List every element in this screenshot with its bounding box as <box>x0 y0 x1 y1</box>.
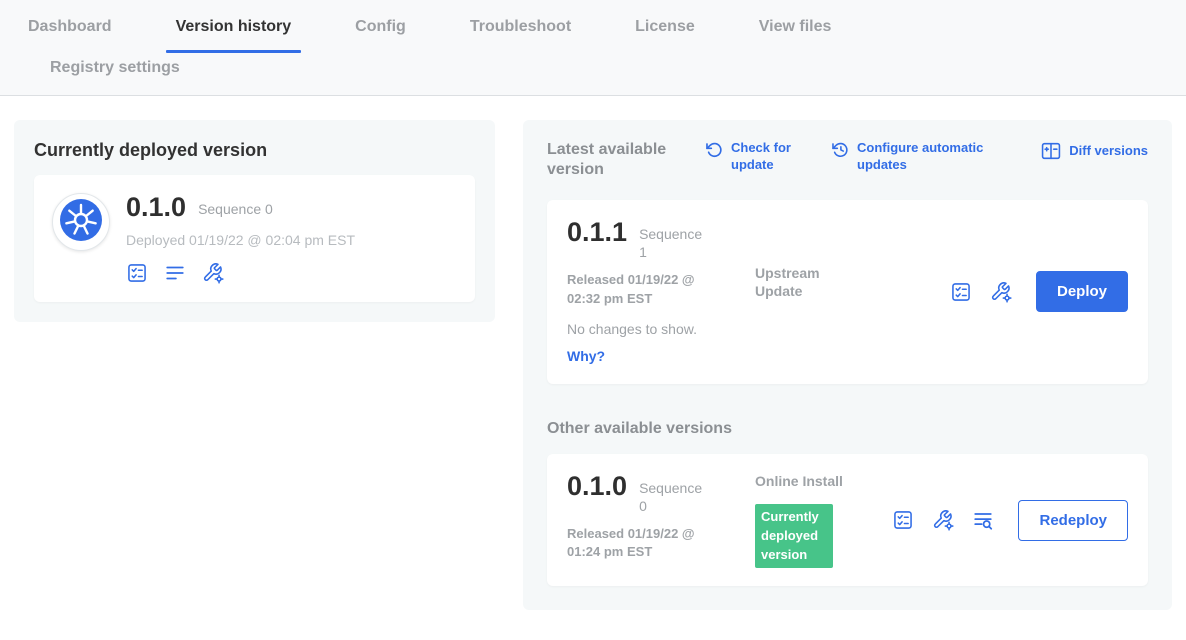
latest-version-sequence: Sequence 1 <box>639 218 703 261</box>
latest-version-info: 0.1.1 Sequence 1 Released 01/19/22 @ 02:… <box>567 218 755 366</box>
tab-license[interactable]: License <box>635 0 695 53</box>
tab-registry-settings[interactable]: Registry settings <box>50 59 1186 77</box>
other-versions-heading: Other available versions <box>547 420 1148 438</box>
diff-versions-link[interactable]: Diff versions <box>1040 140 1148 162</box>
diff-versions-label: Diff versions <box>1069 143 1148 160</box>
other-version-info: 0.1.0 Sequence 0 Released 01/19/22 @ 01:… <box>567 472 755 569</box>
latest-version-actions: Deploy <box>950 271 1128 312</box>
redeploy-button[interactable]: Redeploy <box>1018 500 1128 541</box>
other-version-actions: Redeploy <box>892 500 1128 541</box>
deploy-button[interactable]: Deploy <box>1036 271 1128 312</box>
current-version-info: 0.1.0 Sequence 0 Deployed 01/19/22 @ 02:… <box>126 193 355 284</box>
nav-secondary-row: Registry settings <box>0 53 1186 95</box>
tab-troubleshoot[interactable]: Troubleshoot <box>470 0 571 53</box>
check-update-icon <box>705 140 724 159</box>
edit-config-icon[interactable] <box>202 262 224 284</box>
diff-versions-icon <box>1040 140 1062 162</box>
other-version-card: 0.1.0 Sequence 0 Released 01/19/22 @ 01:… <box>547 454 1148 587</box>
check-for-update-label: Check for update <box>731 140 805 174</box>
preflight-checks-icon[interactable] <box>950 281 972 303</box>
latest-version-number: 0.1.1 <box>567 218 627 246</box>
other-released-timestamp: Released 01/19/22 @ 01:24 pm EST <box>567 525 729 561</box>
top-navigation: Dashboard Version history Config Trouble… <box>0 0 1186 96</box>
view-logs-icon[interactable] <box>972 509 994 531</box>
currently-deployed-badge: Currently deployed version <box>755 504 833 569</box>
latest-released-timestamp: Released 01/19/22 @ 02:32 pm EST <box>567 271 729 307</box>
latest-version-card: 0.1.1 Sequence 1 Released 01/19/22 @ 02:… <box>547 200 1148 384</box>
tab-dashboard[interactable]: Dashboard <box>28 0 112 53</box>
latest-version-source: Upstream Update <box>755 218 867 366</box>
latest-header: Latest available version Check for updat… <box>547 140 1148 180</box>
current-deployed-timestamp: Deployed 01/19/22 @ 02:04 pm EST <box>126 232 355 248</box>
preflight-checks-icon[interactable] <box>126 262 148 284</box>
other-version-sequence: Sequence 0 <box>639 472 703 515</box>
no-changes-text: No changes to show. <box>567 321 755 337</box>
main-content: Currently deployed version <box>0 96 1186 634</box>
auto-update-clock-icon <box>831 140 850 159</box>
current-version-sequence: Sequence 0 <box>198 193 273 218</box>
other-version-number: 0.1.0 <box>567 472 627 500</box>
current-version-card: 0.1.0 Sequence 0 Deployed 01/19/22 @ 02:… <box>34 175 475 302</box>
currently-deployed-title: Currently deployed version <box>34 140 475 161</box>
preflight-checks-icon[interactable] <box>892 509 914 531</box>
why-link[interactable]: Why? <box>567 348 605 364</box>
currently-deployed-panel: Currently deployed version <box>14 120 495 322</box>
tab-version-history[interactable]: Version history <box>176 0 292 53</box>
release-notes-icon[interactable] <box>164 262 186 284</box>
edit-config-icon[interactable] <box>932 509 954 531</box>
current-version-number: 0.1.0 <box>126 193 186 221</box>
tab-config[interactable]: Config <box>355 0 406 53</box>
configure-auto-updates-link[interactable]: Configure automatic updates <box>831 140 989 174</box>
latest-available-panel: Latest available version Check for updat… <box>523 120 1172 610</box>
configure-auto-updates-label: Configure automatic updates <box>857 140 989 174</box>
app-logo <box>52 193 110 251</box>
tab-view-files[interactable]: View files <box>759 0 832 53</box>
latest-available-title: Latest available version <box>547 140 679 180</box>
current-version-actions <box>126 262 355 284</box>
other-version-source-col: Online Install Currently deployed versio… <box>755 472 867 569</box>
other-version-source: Online Install <box>755 472 867 490</box>
nav-primary-row: Dashboard Version history Config Trouble… <box>0 0 1186 53</box>
check-for-update-link[interactable]: Check for update <box>705 140 805 174</box>
edit-config-icon[interactable] <box>990 281 1012 303</box>
kubernetes-icon <box>59 198 103 247</box>
